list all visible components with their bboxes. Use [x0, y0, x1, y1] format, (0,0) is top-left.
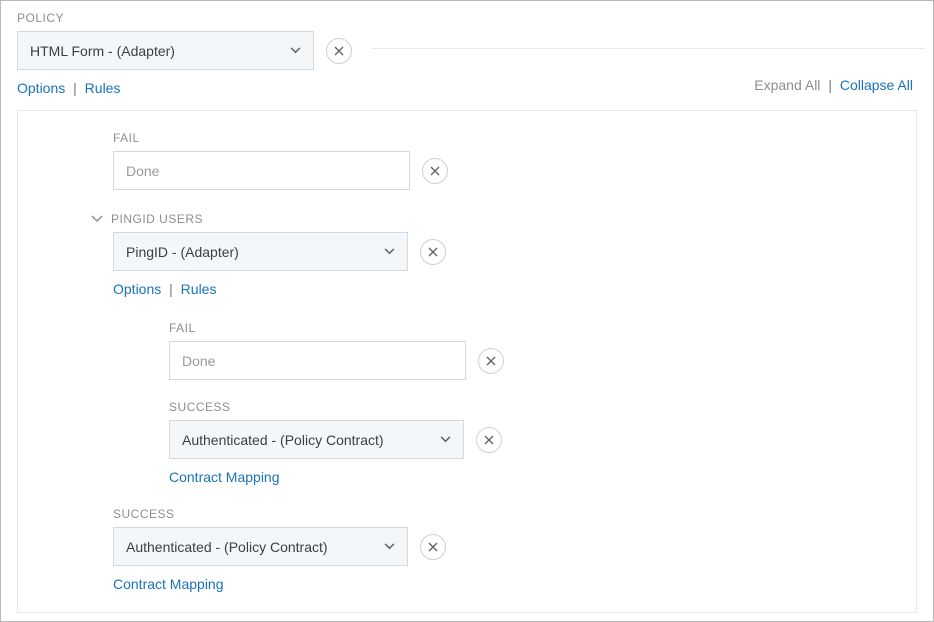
- expand-collapse-controls: Expand All | Collapse All: [754, 77, 913, 93]
- policy-tree-panel: FAIL Done PINGID USERS PingID - (Adapter…: [17, 110, 917, 613]
- pingid-options-link[interactable]: Options: [113, 281, 161, 297]
- chevron-down-icon: [384, 543, 395, 550]
- link-separator: |: [73, 80, 77, 96]
- expand-all-link[interactable]: Expand All: [754, 77, 820, 93]
- fail-label: FAIL: [113, 131, 896, 145]
- remove-pingid-success-button[interactable]: [476, 427, 502, 453]
- pingid-label: PINGID USERS: [111, 212, 203, 226]
- pingid-success-dropdown[interactable]: Authenticated - (Policy Contract): [169, 420, 464, 459]
- fail-value: Done: [126, 163, 159, 179]
- pingid-fail-label: FAIL: [169, 321, 896, 335]
- pingid-rules-link[interactable]: Rules: [181, 281, 217, 297]
- success-label: SUCCESS: [113, 507, 896, 521]
- policy-adapter-dropdown[interactable]: HTML Form - (Adapter): [17, 31, 314, 70]
- collapse-all-link[interactable]: Collapse All: [840, 77, 913, 93]
- policy-editor-panel: POLICY HTML Form - (Adapter) Options | R…: [0, 0, 934, 622]
- pingid-success-branch: SUCCESS Authenticated - (Policy Contract…: [169, 400, 896, 485]
- contract-mapping-link-2[interactable]: Contract Mapping: [113, 576, 224, 592]
- policy-section-label: POLICY: [17, 11, 917, 25]
- pingid-fail-value-field[interactable]: Done: [169, 341, 466, 380]
- link-separator: |: [169, 281, 173, 297]
- pingid-adapter-dropdown[interactable]: PingID - (Adapter): [113, 232, 408, 271]
- fail-value-field[interactable]: Done: [113, 151, 410, 190]
- expand-caret-icon[interactable]: [91, 215, 103, 223]
- options-link[interactable]: Options: [17, 80, 65, 96]
- remove-policy-adapter-button[interactable]: [326, 38, 352, 64]
- success-branch-2: SUCCESS Authenticated - (Policy Contract…: [113, 507, 896, 592]
- divider-line: [372, 48, 925, 49]
- remove-fail-button[interactable]: [422, 158, 448, 184]
- success-dropdown[interactable]: Authenticated - (Policy Contract): [113, 527, 408, 566]
- pingid-success-value: Authenticated - (Policy Contract): [182, 432, 384, 448]
- remove-success-button[interactable]: [420, 534, 446, 560]
- chevron-down-icon: [290, 47, 301, 54]
- contract-mapping-link[interactable]: Contract Mapping: [169, 469, 280, 485]
- chevron-down-icon: [440, 436, 451, 443]
- pingid-branch: PINGID USERS PingID - (Adapter) Options …: [113, 212, 896, 485]
- pingid-fail-value: Done: [182, 353, 215, 369]
- fail-branch-1: FAIL Done: [113, 131, 896, 190]
- pingid-adapter-value: PingID - (Adapter): [126, 244, 239, 260]
- chevron-down-icon: [384, 248, 395, 255]
- pingid-fail-branch: FAIL Done: [169, 321, 896, 380]
- remove-pingid-fail-button[interactable]: [478, 348, 504, 374]
- controls-separator: |: [828, 77, 832, 93]
- remove-pingid-button[interactable]: [420, 239, 446, 265]
- policy-adapter-value: HTML Form - (Adapter): [30, 43, 175, 59]
- rules-link[interactable]: Rules: [85, 80, 121, 96]
- pingid-success-label: SUCCESS: [169, 400, 896, 414]
- success-value: Authenticated - (Policy Contract): [126, 539, 328, 555]
